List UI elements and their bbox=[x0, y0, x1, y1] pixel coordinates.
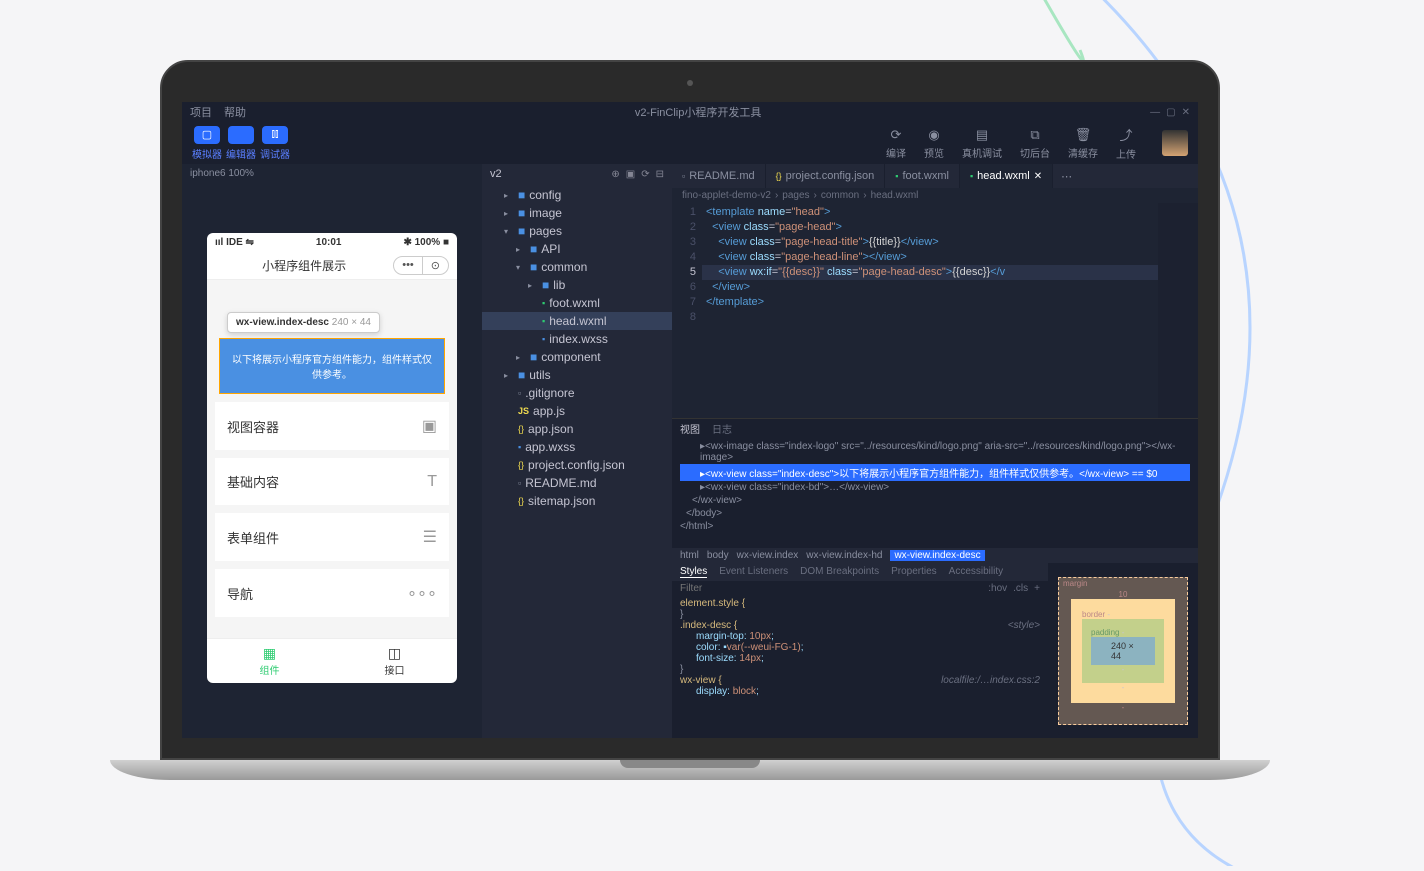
dom-path[interactable]: html body wx-view.index wx-view.index-hd wx-… bbox=[672, 548, 1198, 563]
simulator-pane: iphone6 100% ııl IDE ⇋ 10:01 ✱ 100% ■ 小程… bbox=[182, 164, 482, 738]
menu-help[interactable]: 帮助 bbox=[224, 104, 246, 120]
collapse-icon[interactable]: ⊟ bbox=[656, 169, 664, 180]
capsule-more-icon[interactable]: ••• bbox=[394, 257, 422, 274]
tree-utils[interactable]: ▸■ utils bbox=[482, 366, 672, 384]
tab-foot.wxml[interactable]: ▪ foot.wxml bbox=[885, 164, 960, 188]
tree-foot.wxml[interactable]: ▪ foot.wxml bbox=[482, 294, 672, 312]
dom-path-segment[interactable]: wx-view.index bbox=[737, 550, 799, 561]
tree-pages[interactable]: ▾■ pages bbox=[482, 222, 672, 240]
box-model: margin 10 border - padding - 240 × 44 - bbox=[1048, 563, 1198, 738]
dom-path-segment[interactable]: body bbox=[707, 550, 729, 561]
toolbar-模拟器[interactable]: ▢模拟器 bbox=[192, 126, 222, 161]
capsule-close-icon[interactable]: ⊙ bbox=[422, 257, 448, 274]
minimap[interactable] bbox=[1158, 203, 1198, 418]
styles-tab-Properties[interactable]: Properties bbox=[891, 566, 937, 578]
new-folder-icon[interactable]: ▣ bbox=[626, 169, 635, 180]
styles-tab-DOM Breakpoints[interactable]: DOM Breakpoints bbox=[800, 566, 879, 578]
app-title: 小程序组件展示 bbox=[215, 257, 393, 274]
dom-inspector[interactable]: ▸<wx-image class="index-logo" src="../re… bbox=[672, 438, 1198, 548]
minimize-icon[interactable]: — bbox=[1150, 107, 1160, 118]
code-editor[interactable]: <template name="head"> <view class="page… bbox=[702, 203, 1158, 418]
status-time: 10:01 bbox=[316, 237, 342, 248]
camera-dot bbox=[687, 80, 693, 86]
status-battery: ✱ 100% ■ bbox=[403, 237, 449, 248]
toolbar-调试器[interactable]: ⫾⫾调试器 bbox=[260, 126, 290, 161]
tree-API[interactable]: ▸■ API bbox=[482, 240, 672, 258]
app-screen: 项目 帮助 v2-FinClip小程序开发工具 — ▢ ✕ ▢模拟器编辑器⫾⫾调… bbox=[182, 102, 1198, 738]
menu-project[interactable]: 项目 bbox=[190, 104, 212, 120]
css-rules[interactable]: element.style { } .index-desc {<style> m… bbox=[672, 596, 1048, 699]
window-controls: — ▢ ✕ bbox=[1150, 107, 1190, 118]
tab-README.md[interactable]: ▫ README.md bbox=[672, 164, 766, 188]
avatar[interactable] bbox=[1162, 130, 1188, 156]
phone-simulator[interactable]: ııl IDE ⇋ 10:01 ✱ 100% ■ 小程序组件展示 ••• ⊙ bbox=[207, 233, 457, 683]
list-item[interactable]: 表单组件☰ bbox=[215, 513, 449, 561]
devtools: 视图 日志 ▸<wx-image class="index-logo" src=… bbox=[672, 418, 1198, 738]
menubar: 项目 帮助 v2-FinClip小程序开发工具 — ▢ ✕ bbox=[182, 102, 1198, 122]
filter-action[interactable]: + bbox=[1034, 583, 1040, 594]
action-清缓存[interactable]: 🗑清缓存 bbox=[1068, 127, 1098, 160]
dom-path-segment[interactable]: wx-view.index-desc bbox=[890, 550, 984, 561]
action-预览[interactable]: ◉预览 bbox=[924, 127, 944, 160]
tree-.gitignore[interactable]: ▫ .gitignore bbox=[482, 384, 672, 402]
list-item[interactable]: 基础内容T bbox=[215, 458, 449, 505]
tab-project.config.json[interactable]: {} project.config.json bbox=[766, 164, 886, 188]
styles-tab-Event Listeners[interactable]: Event Listeners bbox=[719, 566, 788, 578]
editor-pane: ▫ README.md{} project.config.json▪ foot.… bbox=[672, 164, 1198, 738]
line-gutter: 12345678 bbox=[672, 203, 702, 418]
styles-tab-Styles[interactable]: Styles bbox=[680, 566, 707, 578]
dt-tab-view[interactable]: 视图 bbox=[680, 421, 700, 436]
tabbar-组件[interactable]: ▦组件 bbox=[207, 639, 332, 683]
laptop-frame: 项目 帮助 v2-FinClip小程序开发工具 — ▢ ✕ ▢模拟器编辑器⫾⫾调… bbox=[160, 60, 1220, 780]
tree-project.config.json[interactable]: {} project.config.json bbox=[482, 456, 672, 474]
list-item[interactable]: 导航∘∘∘ bbox=[215, 569, 449, 617]
tree-lib[interactable]: ▸■ lib bbox=[482, 276, 672, 294]
action-切后台[interactable]: ⧉切后台 bbox=[1020, 127, 1050, 160]
styles-filter-input[interactable] bbox=[680, 583, 988, 594]
tabbar-接口[interactable]: ◫接口 bbox=[332, 639, 457, 683]
window-title: v2-FinClip小程序开发工具 bbox=[258, 104, 1138, 120]
action-上传[interactable]: ⤴上传 bbox=[1116, 125, 1136, 161]
maximize-icon[interactable]: ▢ bbox=[1166, 107, 1175, 118]
dom-path-segment[interactable]: html bbox=[680, 550, 699, 561]
tree-app.json[interactable]: {} app.json bbox=[482, 420, 672, 438]
simulator-device-label: iphone6 100% bbox=[182, 164, 482, 183]
dom-path-segment[interactable]: wx-view.index-hd bbox=[806, 550, 882, 561]
new-file-icon[interactable]: ⊕ bbox=[611, 169, 619, 180]
action-编译[interactable]: ⟳编译 bbox=[886, 127, 906, 160]
tree-head.wxml[interactable]: ▪ head.wxml bbox=[482, 312, 672, 330]
breadcrumb[interactable]: fino-applet-demo-v2›pages›common›head.wx… bbox=[672, 188, 1198, 203]
status-signal: ııl IDE ⇋ bbox=[215, 237, 254, 248]
toolbar-编辑器[interactable]: 编辑器 bbox=[226, 126, 256, 161]
inspector-tooltip: wx-view.index-desc 240 × 44 bbox=[227, 312, 380, 333]
filter-action[interactable]: .cls bbox=[1013, 583, 1028, 594]
list-item[interactable]: 视图容器▣ bbox=[215, 402, 449, 450]
filter-action[interactable]: :hov bbox=[988, 583, 1007, 594]
highlighted-element[interactable]: 以下将展示小程序官方组件能力，组件样式仅供参考。 bbox=[219, 338, 445, 394]
tree-app.js[interactable]: JS app.js bbox=[482, 402, 672, 420]
more-tabs-icon[interactable]: ⋯ bbox=[1053, 164, 1080, 188]
tree-app.wxss[interactable]: ▪ app.wxss bbox=[482, 438, 672, 456]
explorer-root[interactable]: v2 bbox=[490, 168, 502, 180]
tree-image[interactable]: ▸■ image bbox=[482, 204, 672, 222]
styles-tab-Accessibility[interactable]: Accessibility bbox=[949, 566, 1003, 578]
refresh-icon[interactable]: ⟳ bbox=[641, 169, 649, 180]
tree-index.wxss[interactable]: ▪ index.wxss bbox=[482, 330, 672, 348]
capsule-menu[interactable]: ••• ⊙ bbox=[393, 256, 449, 275]
file-explorer: v2 ⊕ ▣ ⟳ ⊟ ▸■ config▸■ image▾■ pages▸■ A… bbox=[482, 164, 672, 738]
tree-component[interactable]: ▸■ component bbox=[482, 348, 672, 366]
dt-tab-log[interactable]: 日志 bbox=[712, 421, 732, 436]
tree-sitemap.json[interactable]: {} sitemap.json bbox=[482, 492, 672, 510]
tree-config[interactable]: ▸■ config bbox=[482, 186, 672, 204]
tree-README.md[interactable]: ▫ README.md bbox=[482, 474, 672, 492]
tab-head.wxml[interactable]: ▪ head.wxml✕ bbox=[960, 164, 1053, 188]
close-icon[interactable]: ✕ bbox=[1182, 107, 1190, 118]
toolbar: ▢模拟器编辑器⫾⫾调试器 ⟳编译 ◉预览 ▤真机调试 ⧉切后台 🗑清缓存 ⤴上传 bbox=[182, 122, 1198, 164]
tree-common[interactable]: ▾■ common bbox=[482, 258, 672, 276]
action-真机调试[interactable]: ▤真机调试 bbox=[962, 127, 1002, 160]
